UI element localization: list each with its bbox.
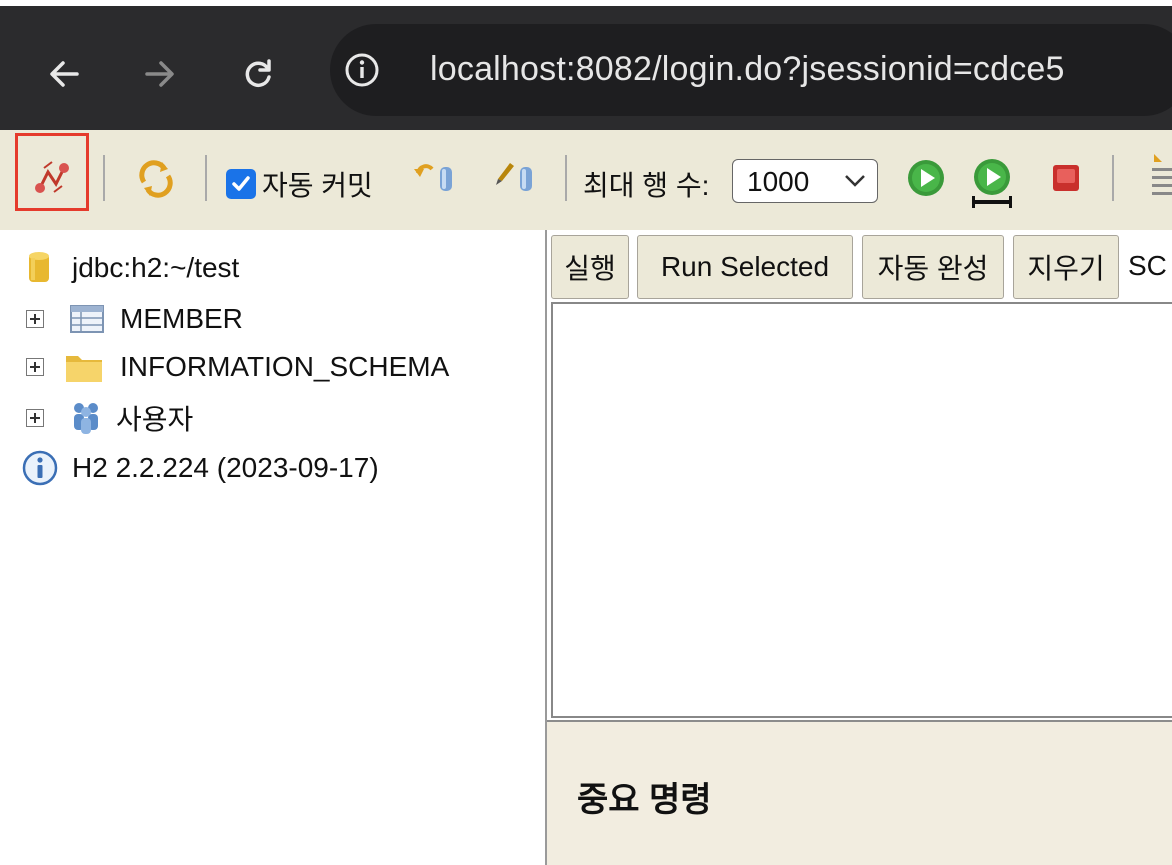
tree-item-users[interactable]: 사용자 [26,398,193,438]
info-icon [22,450,58,486]
back-arrow-icon [50,61,79,87]
tree-connection[interactable]: jdbc:h2:~/test [26,250,239,286]
stop-icon [1053,165,1079,191]
back-button[interactable] [36,46,92,102]
auto-commit-checkbox[interactable] [226,169,256,199]
run-sql-button[interactable]: 실행 [551,235,629,299]
clear-button[interactable]: 지우기 [1013,235,1119,299]
site-info-icon[interactable] [342,50,382,90]
auto-complete-button[interactable]: 자동 완성 [862,235,1004,299]
auto-commit-toggle[interactable]: 자동 커밋 [226,164,373,204]
run-button[interactable] [902,154,950,202]
h2-toolbar: 자동 커밋 최대 행 수: 1000 [0,130,1172,230]
disconnect-highlight-box [15,133,89,211]
tree-item-label: MEMBER [120,303,243,334]
tree-item-member[interactable]: MEMBER [26,303,243,335]
expand-icon[interactable] [26,358,44,376]
history-button[interactable] [1140,148,1172,208]
database-icon [29,252,49,282]
expand-icon[interactable] [26,310,44,328]
forward-button[interactable] [132,46,188,102]
sql-button-row: 실행 Run Selected 자동 완성 지우기 [547,232,1172,302]
help-panel: 중요 명령 [547,720,1172,865]
tree-item-label: INFORMATION_SCHEMA [120,351,450,382]
tree-item-information-schema[interactable]: INFORMATION_SCHEMA [26,350,449,384]
tree-item-label: 사용자 [116,404,194,435]
reload-button[interactable] [230,46,286,102]
tree-version: H2 2.2.224 (2023-09-17) [22,450,379,486]
auto-commit-label: 자동 커밋 [262,170,373,201]
url-text[interactable]: localhost:8082/login.do?jsessionid=cdce5 [430,50,1065,89]
run-selected-button[interactable] [966,154,1018,212]
forward-arrow-icon [145,61,174,87]
chevron-down-icon [845,175,865,187]
sql-editor[interactable] [551,302,1172,718]
users-icon [74,403,98,434]
commit-icon [496,163,532,191]
refresh-icon [139,160,173,198]
version-label: H2 2.2.224 (2023-09-17) [72,452,379,483]
stop-button[interactable] [1044,158,1088,198]
max-rows-value: 1000 [747,166,810,197]
max-rows-select[interactable]: 1000 [732,159,878,203]
commit-button[interactable] [490,156,540,202]
run-selected-icon [972,159,1012,208]
run-selected-sql-button[interactable]: Run Selected [637,235,853,299]
browser-chrome: localhost:8082/login.do?jsessionid=cdce5 [0,6,1172,130]
run-icon [908,160,944,196]
refresh-button[interactable] [130,152,182,204]
max-rows-label: 최대 행 수: [583,170,710,201]
checkmark-icon [232,176,250,191]
expand-icon[interactable] [26,409,44,427]
connection-label: jdbc:h2:~/test [72,252,240,283]
sql-statement-label: SC [1128,250,1167,281]
help-heading: 중요 명령 [577,781,712,819]
folder-icon [66,356,102,382]
table-icon [70,305,104,333]
history-icon [1152,154,1172,195]
rollback-button[interactable] [410,156,460,202]
rollback-icon [414,164,452,191]
reload-icon [245,59,271,87]
